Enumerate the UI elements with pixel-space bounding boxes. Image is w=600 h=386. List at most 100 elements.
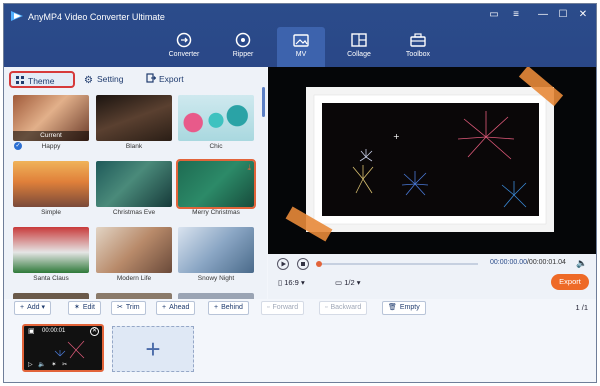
menu-icon[interactable]: ≡	[510, 9, 522, 21]
forward-label: Forward	[272, 304, 299, 311]
progress-knob[interactable]	[316, 261, 322, 267]
tab-collage[interactable]: Collage	[335, 27, 383, 67]
add-button[interactable]: + Add ▾	[14, 301, 52, 315]
aspect-ratio-dropdown[interactable]: ▯ 16:9 ▾	[278, 278, 305, 287]
stop-button[interactable]	[297, 258, 309, 270]
theme-simple[interactable]: Simple	[13, 161, 89, 225]
behind-button[interactable]: + Behind	[208, 301, 249, 315]
minimize-icon[interactable]: —	[537, 9, 549, 21]
backward-button[interactable]: ▫ Backward	[319, 301, 368, 315]
add-clip-button[interactable]: +	[112, 326, 194, 372]
subtab-setting[interactable]: ⚙ Setting	[80, 71, 140, 88]
app-logo-icon	[11, 11, 23, 21]
player-controls: 00:00:00.00/00:00:01.04 🔈 ▯ 16:9 ▾ ▭ 1/2…	[268, 254, 596, 299]
tab-label: Toolbox	[405, 51, 431, 58]
trash-icon: 🗑	[388, 304, 397, 311]
subtab-bar: Theme ⚙ Setting Export	[4, 67, 267, 91]
theme-scrollbar[interactable]	[262, 87, 265, 117]
theme-name: Happy	[41, 143, 61, 150]
empty-button[interactable]: 🗑 Empty	[382, 301, 426, 315]
tab-label: Converter	[168, 51, 200, 58]
page-value: 1/2	[344, 278, 355, 287]
mv-icon	[293, 34, 309, 47]
theme-name: Chic	[209, 143, 223, 150]
add-label: Add	[27, 304, 40, 311]
plus-icon: +	[145, 334, 161, 364]
progress-bar[interactable]	[316, 261, 478, 267]
backward-label: Backward	[330, 304, 362, 311]
volume-icon[interactable]: 🔈	[576, 258, 587, 269]
export-button[interactable]: Export	[551, 274, 589, 290]
clip-item[interactable]: ▣ 00:00:01 ✕ ▷ 🔈 ✶ ✂	[22, 324, 104, 372]
export-icon	[146, 73, 156, 83]
gear-icon: ⚙	[84, 75, 93, 86]
subtab-theme[interactable]: Theme	[9, 71, 75, 88]
download-icon[interactable]: ⤓	[247, 163, 251, 173]
fireworks-image	[322, 103, 539, 216]
theme-name: Santa Claus	[33, 275, 69, 282]
ripper-icon	[235, 32, 251, 48]
theme-panel: Theme ⚙ Setting Export Current ✓ Happy Bl…	[4, 67, 267, 299]
theme-name: Simple	[41, 209, 61, 216]
app-window: AnyMP4 Video Converter Ultimate ▭ ≡ — ☐ …	[3, 3, 597, 383]
tab-ripper[interactable]: Ripper	[219, 27, 267, 67]
theme-christmas-eve[interactable]: Christmas Eve	[96, 161, 172, 225]
theme-thumbnail	[13, 161, 89, 207]
preview-canvas: +	[268, 67, 596, 254]
forward-button[interactable]: ▫ Forward	[261, 301, 305, 315]
theme-thumbnail	[96, 161, 172, 207]
forward-icon: ▫	[267, 304, 270, 311]
play-icon	[281, 261, 286, 267]
edit-button[interactable]: ✶ Edit	[68, 301, 101, 315]
current-badge: Current	[13, 131, 89, 141]
theme-santa-claus[interactable]: Santa Claus	[13, 227, 89, 291]
converter-icon	[176, 32, 192, 48]
close-icon[interactable]: ✕	[577, 9, 589, 21]
theme-merry-christmas[interactable]: ⤓ Merry Christmas	[176, 159, 256, 225]
ahead-button[interactable]: + Ahead	[156, 301, 196, 315]
app-title: AnyMP4 Video Converter Ultimate	[28, 12, 165, 22]
theme-happy[interactable]: Current ✓ Happy	[13, 95, 89, 159]
clip-timeline: ▣ 00:00:01 ✕ ▷ 🔈 ✶ ✂ +	[4, 318, 596, 382]
subtab-export[interactable]: Export	[142, 71, 202, 88]
ahead-label: Ahead	[169, 304, 190, 311]
theme-grid: Current ✓ Happy Blank Chic Simple Christ…	[4, 94, 261, 299]
tab-label: Ripper	[232, 51, 254, 58]
theme-thumbnail: Current	[13, 95, 89, 141]
theme-thumbnail	[178, 227, 254, 273]
plus-icon: +	[162, 304, 167, 311]
theme-name: Merry Christmas	[192, 209, 240, 216]
stop-icon	[301, 262, 305, 266]
screen-page-dropdown[interactable]: ▭ 1/2 ▾	[335, 278, 360, 287]
tab-label: MV	[295, 51, 307, 58]
theme-chic[interactable]: Chic	[178, 95, 254, 159]
tab-toolbox[interactable]: Toolbox	[394, 27, 442, 67]
backward-icon: ▫	[325, 304, 328, 311]
theme-thumbnail	[178, 95, 254, 141]
collage-icon	[351, 33, 367, 47]
chat-icon[interactable]: ▭	[488, 9, 500, 21]
empty-label: Empty	[399, 304, 420, 311]
theme-snowy-night[interactable]: Snowy Night	[178, 227, 254, 291]
time-current: 00:00:00.00	[490, 259, 527, 266]
aspect-icon: ▯	[278, 278, 283, 287]
video-preview: +	[268, 67, 596, 254]
trim-button[interactable]: ✂ Trim	[111, 301, 146, 315]
scissors-icon: ✂	[117, 304, 123, 311]
clip-pager: 1 /1	[575, 303, 588, 312]
play-button[interactable]	[277, 258, 289, 270]
theme-thumbnail: ⤓	[176, 159, 256, 209]
theme-name: Blank	[125, 143, 143, 150]
trim-label: Trim	[125, 304, 140, 311]
theme-modern-life[interactable]: Modern Life	[96, 227, 172, 291]
plus-icon: +	[20, 304, 25, 311]
maximize-icon[interactable]: ☐	[557, 9, 569, 21]
tab-mv[interactable]: MV	[277, 27, 325, 67]
svg-text:+: +	[393, 132, 400, 141]
tab-converter[interactable]: Converter	[160, 27, 208, 67]
plus-icon: +	[214, 304, 219, 311]
chevron-down-icon: ▾	[300, 278, 305, 287]
theme-thumbnail	[96, 95, 172, 141]
theme-blank[interactable]: Blank	[96, 95, 172, 159]
title-bar: AnyMP4 Video Converter Ultimate ▭ ≡ — ☐ …	[4, 4, 596, 67]
